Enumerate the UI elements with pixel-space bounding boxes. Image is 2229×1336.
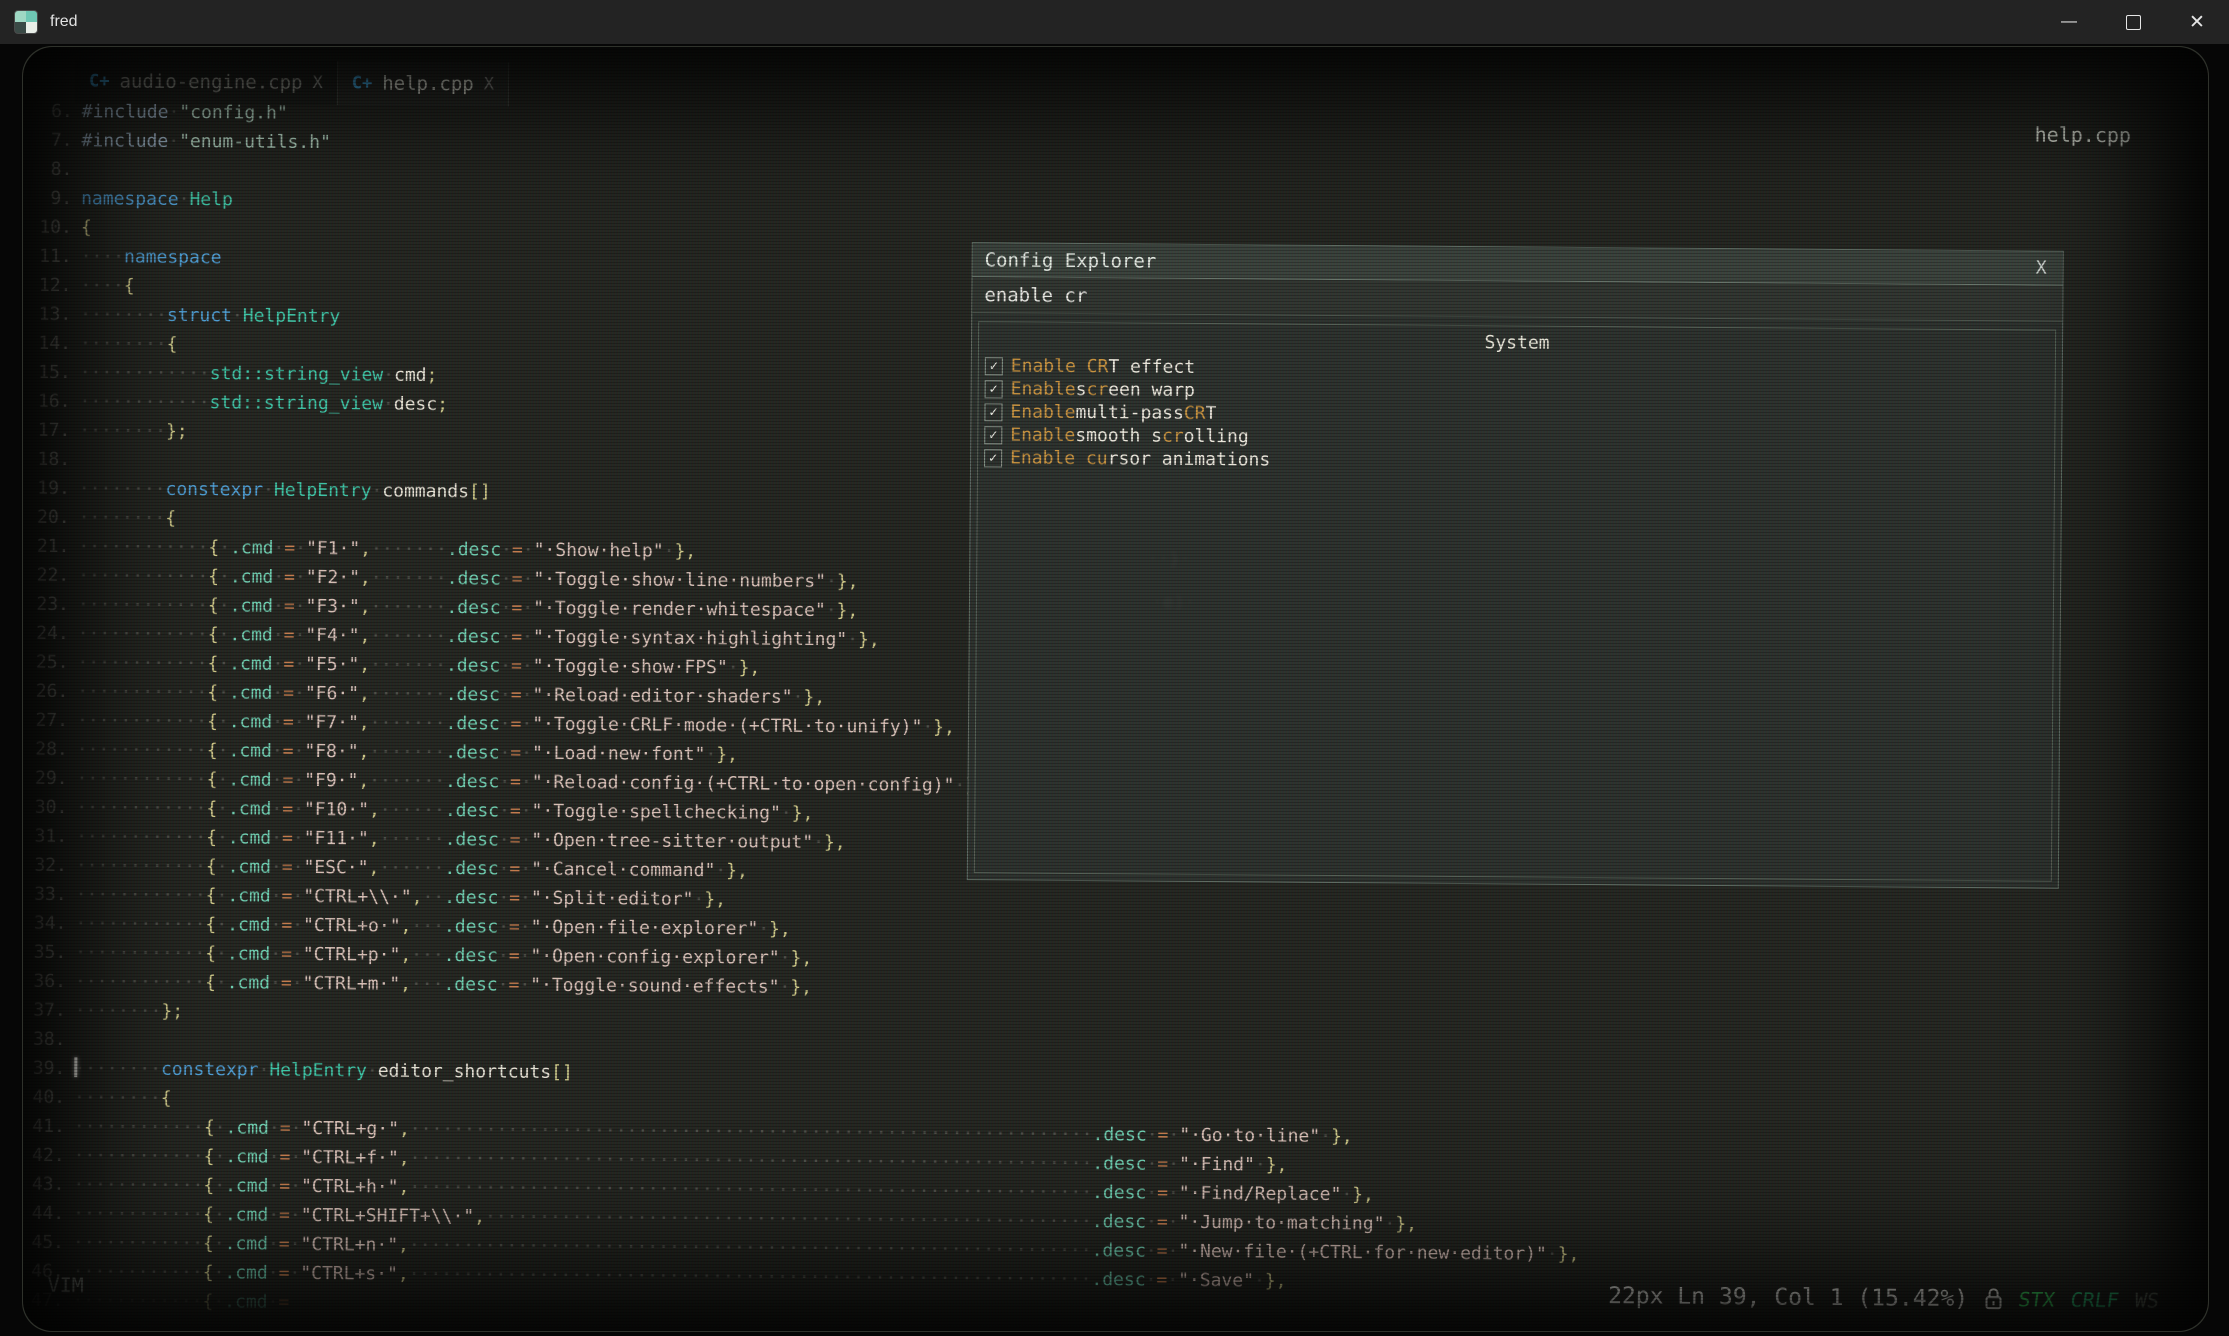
status-flags: STX CRLF WS <box>2017 1287 2161 1312</box>
line-number: 45. <box>22 1228 64 1257</box>
config-section-header: System <box>979 328 2055 357</box>
popup-close-button[interactable]: X <box>2036 258 2047 279</box>
maximize-button[interactable] <box>2101 0 2165 44</box>
item-text: smooth s <box>1075 425 1162 447</box>
match-highlight-text: Enable CR <box>1011 355 1109 377</box>
checkbox-checked-icon[interactable]: ✓ <box>984 403 1002 421</box>
status-position: 22px Ln 39, Col 1 (15.42%) <box>1608 1283 1968 1312</box>
tab-help[interactable]: C+ help.cpp X <box>338 61 510 106</box>
app-icon <box>14 10 38 34</box>
line-number: 42. <box>22 1141 65 1170</box>
line-number: 8. <box>26 155 72 184</box>
status-flag-crlf: CRLF <box>2069 1288 2120 1312</box>
line-number: 35. <box>22 938 66 967</box>
crt-ghost: ··}· <box>1147 549 1191 570</box>
line-number: 33. <box>22 880 67 909</box>
line-number: 14. <box>25 329 71 358</box>
status-flag-stx: STX <box>2017 1287 2056 1311</box>
checkbox-checked-icon[interactable]: ✓ <box>985 357 1003 375</box>
line-number: 31. <box>22 822 67 851</box>
filename-overlay: help.cpp <box>2035 122 2132 147</box>
line-number: 10. <box>26 213 72 242</box>
line-number: 25. <box>22 648 68 677</box>
line-number: 26. <box>22 677 68 706</box>
status-right: 22px Ln 39, Col 1 (15.42%) STX CRLF WS <box>1608 1283 2159 1313</box>
status-flag-ws: WS <box>2133 1288 2160 1312</box>
line-number: 9. <box>26 184 72 213</box>
match-highlight-text: Enable cu <box>1010 447 1108 469</box>
line-number: 29. <box>22 764 68 793</box>
crt-screen: C+ audio-engine.cpp X C+ help.cpp X help… <box>22 46 2209 1332</box>
tab-bar: C+ audio-engine.cpp X C+ help.cpp X <box>75 59 509 106</box>
checkbox-checked-icon[interactable]: ✓ <box>985 380 1003 398</box>
tab-label: help.cpp <box>382 73 474 96</box>
line-number: 28. <box>22 735 68 764</box>
line-number: 11. <box>26 242 72 271</box>
crt-ghost: ·e)· <box>1152 592 1196 613</box>
match-highlight-text: cr <box>1086 379 1108 400</box>
line-number: 24. <box>23 619 69 648</box>
line-number: 19. <box>24 474 70 503</box>
item-text: een warp <box>1108 379 1195 401</box>
item-text: multi-pass <box>1075 402 1184 424</box>
checkbox-checked-icon[interactable]: ✓ <box>984 426 1002 444</box>
minimize-button[interactable]: — <box>2037 0 2101 44</box>
line-number: 30. <box>22 793 67 822</box>
line-number: 39. <box>22 1054 65 1083</box>
line-number: 43. <box>22 1170 64 1199</box>
line-number: 41. <box>22 1112 65 1141</box>
line-number: 12. <box>25 271 71 300</box>
popup-title: Config Explorer <box>985 249 1157 272</box>
line-number: 15. <box>25 358 71 387</box>
item-text: T effect <box>1108 356 1195 378</box>
item-text: T <box>1205 403 1216 424</box>
line-number: 32. <box>22 851 67 880</box>
match-highlight-text: cr <box>1162 426 1184 447</box>
match-highlight-text: CR <box>1184 403 1206 424</box>
line-number: 13. <box>25 300 71 329</box>
line-number: 22. <box>23 561 69 590</box>
tab-close-icon[interactable]: X <box>484 74 494 94</box>
line-number: 16. <box>24 387 70 416</box>
line-number: 40. <box>22 1083 65 1112</box>
match-highlight-text: Enable <box>1011 378 1076 400</box>
window-title: fred <box>50 13 78 31</box>
item-text: s <box>1076 379 1087 400</box>
match-highlight-text: Enable <box>1010 401 1075 423</box>
window-titlebar: fred — ✕ <box>0 0 2229 44</box>
checkbox-checked-icon[interactable]: ✓ <box>984 449 1002 467</box>
line-number: 7. <box>26 126 72 155</box>
tab-audio-engine[interactable]: C+ audio-engine.cpp X <box>75 59 338 105</box>
line-number: 44. <box>22 1199 64 1228</box>
line-number: 36. <box>22 967 66 996</box>
config-items: ✓Enable CRT effect✓Enable screen warp✓En… <box>984 354 2049 477</box>
line-number: 38. <box>22 1025 66 1054</box>
close-button[interactable]: ✕ <box>2165 0 2229 44</box>
line-number: 6. <box>27 97 73 126</box>
config-explorer-popup: Config Explorer X enable cr System ✓ Enab… <box>967 242 2064 889</box>
line-number: 20. <box>24 503 70 532</box>
line-number: 37. <box>22 996 66 1025</box>
tab-label: audio-engine.cpp <box>119 70 302 93</box>
lock-icon <box>1983 1287 2003 1311</box>
status-mode: VIM <box>47 1273 83 1297</box>
line-number: 21. <box>23 532 69 561</box>
maximize-icon <box>2126 15 2141 30</box>
line-number: 17. <box>24 416 70 445</box>
item-text: olling <box>1184 426 1249 448</box>
line-number: 27. <box>22 706 68 735</box>
line-number: 23. <box>23 590 69 619</box>
tab-close-icon[interactable]: X <box>312 73 322 93</box>
cpp-file-icon: C+ <box>352 73 373 93</box>
cpp-file-icon: C+ <box>89 71 110 91</box>
line-number: 34. <box>22 909 67 938</box>
config-list: System ✓Enable CRT effect✓Enable screen … <box>974 321 2056 881</box>
config-search-input[interactable]: enable cr <box>972 277 2062 322</box>
item-text: rsor animations <box>1108 448 1271 470</box>
match-highlight-text: Enable <box>1010 424 1075 446</box>
config-search-query: enable cr <box>984 284 1087 307</box>
line-number: 18. <box>24 445 70 474</box>
